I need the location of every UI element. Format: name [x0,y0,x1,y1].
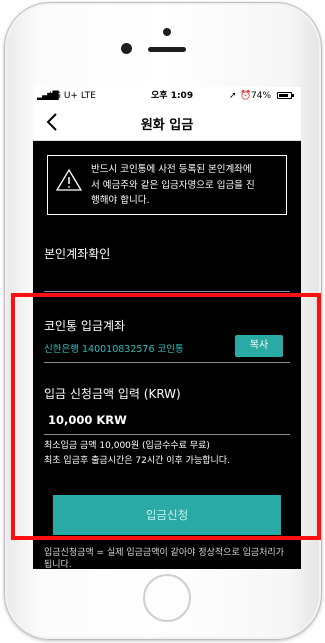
page-title: 원화 입금 [140,118,194,133]
notice-box: 반드시 코인통에 사전 등록된 본인계좌에 서 예금주와 같은 입금자명으로 입… [47,155,287,215]
status-bar: ▂▄▆█ LG U+ LTE 오후 1:09 ➚ ⏰ 74% [33,87,301,105]
earpiece-speaker [148,47,186,52]
verify-account-title[interactable]: 본인계좌확인 [44,245,110,262]
highlight-annotation [11,293,321,540]
notice-line: 서 예금주와 같은 입금자명으로 입금을 진 [91,179,255,191]
alarm-icon: ⏰ [240,91,252,101]
home-button[interactable] [143,574,191,622]
divider [44,291,290,292]
notice-line: 반드시 코인통에 사전 등록된 본인계좌에 [91,164,252,175]
warning-triangle-icon [56,168,82,191]
camera-dot [163,28,171,36]
notice-text: 반드시 코인통에 사전 등록된 본인계좌에 서 예금주와 같은 입금자명으로 입… [91,162,281,209]
carrier-label: LG U+ LTE [49,91,96,101]
status-time: 오후 1:09 [151,91,194,101]
front-camera [121,43,132,54]
battery-percent: 74% [251,91,272,101]
nav-bar: 원화 입금 [33,105,301,141]
notice-line: 행해야 합니다. [91,195,150,206]
location-icon: ➚ [229,91,237,101]
footnote-text: 입금신청금액 = 실제 입금금액이 같아야 정상적으로 입금처리가 됩니다. [44,548,284,569]
battery-icon [277,92,294,99]
